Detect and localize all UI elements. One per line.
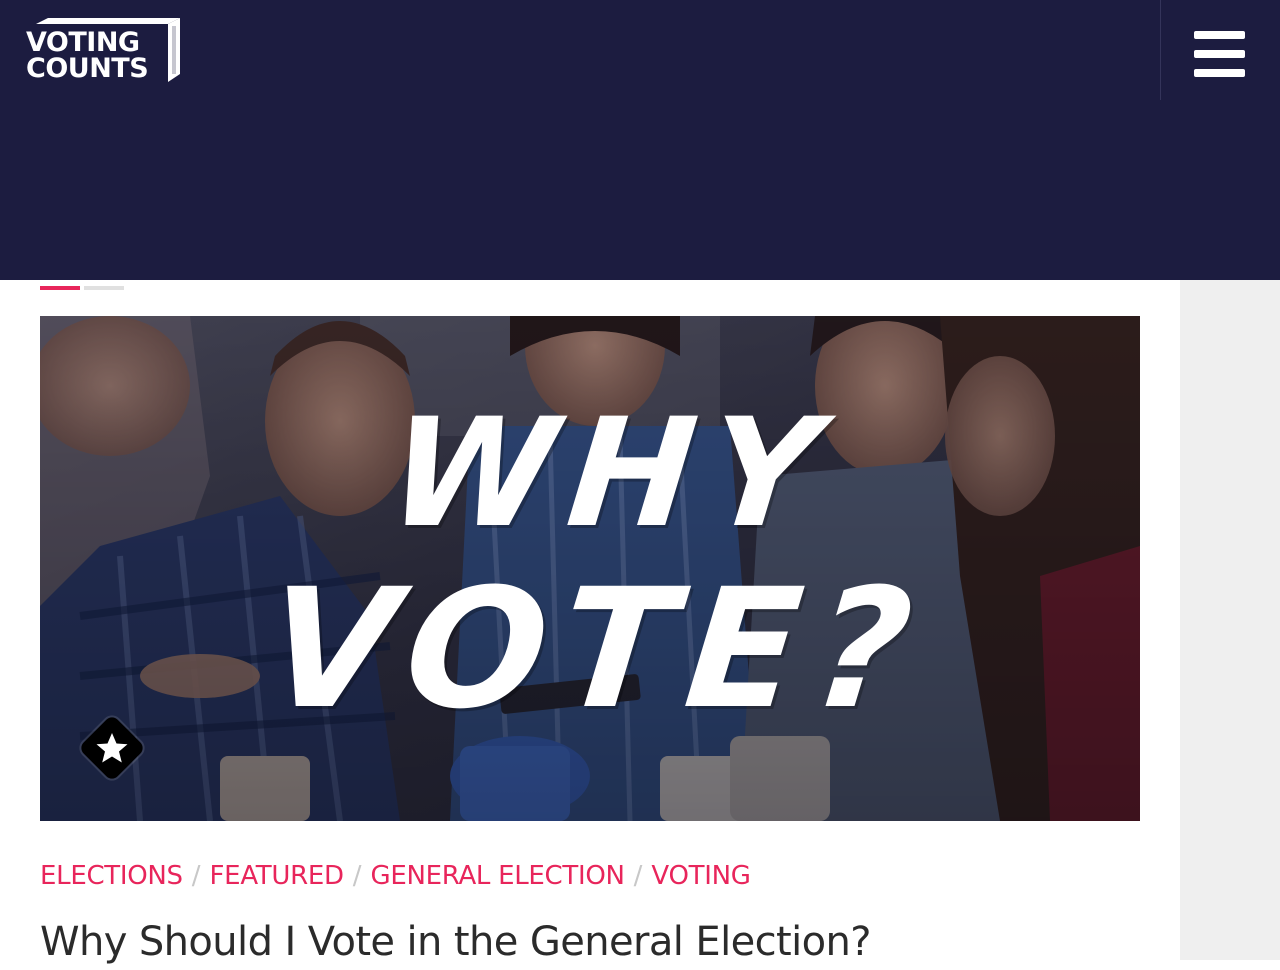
header-divider xyxy=(1160,0,1161,100)
site-logo[interactable]: VOTING COUNTS xyxy=(26,16,182,86)
site-header: VOTING COUNTS xyxy=(0,0,1280,280)
hamburger-menu-icon-bar-middle xyxy=(1194,50,1245,58)
category-separator: / xyxy=(352,861,362,891)
category-link-general-election[interactable]: GENERAL ELECTION xyxy=(370,861,624,891)
star-icon xyxy=(96,733,128,763)
featured-post-image[interactable]: WHY VOTE? xyxy=(40,316,1140,821)
hamburger-menu-button[interactable] xyxy=(1194,30,1246,78)
category-link-voting[interactable]: VOTING xyxy=(651,861,750,891)
hamburger-menu-icon-bar-top xyxy=(1194,31,1245,39)
sidebar xyxy=(1180,280,1280,960)
post-title[interactable]: Why Should I Vote in the General Electio… xyxy=(40,914,871,970)
hamburger-menu-icon-bar-bottom xyxy=(1194,69,1245,77)
hero-headline-line-2: VOTE? xyxy=(257,553,935,745)
featured-badge xyxy=(78,714,146,782)
category-link-elections[interactable]: ELECTIONS xyxy=(40,861,183,891)
logo-wordmark: VOTING COUNTS xyxy=(26,29,149,84)
logo-line-2: COUNTS xyxy=(26,53,149,84)
slider-dot-2[interactable] xyxy=(84,286,124,290)
category-link-featured[interactable]: FEATURED xyxy=(210,861,344,891)
hero-headline-line-1: WHY xyxy=(380,387,841,561)
slider-dot-1[interactable] xyxy=(40,286,80,290)
hero-headline-overlay: WHY VOTE? xyxy=(40,316,1140,821)
category-separator: / xyxy=(633,861,643,891)
category-separator: / xyxy=(191,861,201,891)
post-categories: ELECTIONS / FEATURED / GENERAL ELECTION / VOTI… xyxy=(40,858,751,894)
